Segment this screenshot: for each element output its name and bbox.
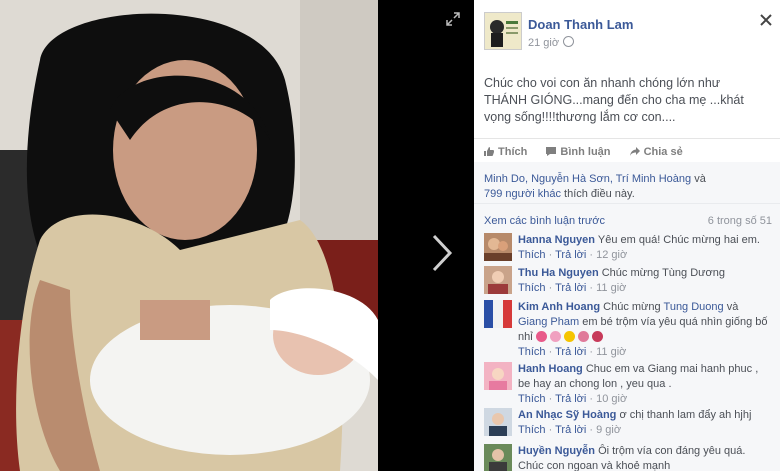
post-panel: Doan Thanh Lam 21 giờ Chúc cho voi con ă… [474,0,780,471]
comment-time[interactable]: 9 giờ [596,424,621,436]
view-previous-comments[interactable]: Xem các bình luận trước [484,215,605,227]
comment-reply-link[interactable]: Trả lời [555,393,586,405]
comment-text-b: và [723,301,739,313]
comment-meta: Thích · Trả lời · 12 giờ [518,249,628,261]
avatar[interactable] [484,444,512,471]
main-photo[interactable] [0,0,378,471]
divider [474,203,780,204]
post-text: Chúc cho voi con ăn nhanh chóng lớn như … [484,76,744,124]
comment-label: Bình luận [560,146,611,158]
comment-author[interactable]: Hanna Nguyen [518,234,595,246]
comment-like-link[interactable]: Thích [518,393,546,405]
comment-text-a: Chúc mừng [600,301,664,313]
post-time-text[interactable]: 21 giờ [528,37,559,49]
expand-icon[interactable] [446,12,460,26]
comment-body: An Nhạc Sỹ Hoàng ơ chị thanh lam đẩy ah … [518,408,768,438]
divider [474,138,780,139]
comment-meta: Thích · Trả lời · 11 giờ [518,282,627,294]
comment-author[interactable]: Huyền Nguyễn [518,445,595,457]
comment-meta: Thích · Trả lời · 10 giờ [518,393,628,405]
avatar[interactable] [484,233,512,261]
comment-text: Yêu em quá! Chúc mừng hai em. [595,234,760,246]
comment-like-link[interactable]: Thích [518,424,546,436]
comment-body: Kim Anh Hoang Chúc mừng Tung Duong và Gi… [518,300,768,360]
comment-reply-link[interactable]: Trả lời [555,282,586,294]
comment-body: Hanh Hoang Chuc em va Giang mai hanh phu… [518,362,768,407]
share-icon [629,147,640,156]
comment-meta: Thích · Trả lời · 11 giờ [518,346,627,358]
likes-and: và [691,173,706,185]
comment-author[interactable]: Kim Anh Hoang [518,301,600,313]
comment-tag[interactable]: Giang Pham [518,316,579,328]
comment-author[interactable]: Thu Ha Nguyen [518,267,599,279]
comment-button[interactable]: Bình luận [546,146,611,158]
comment-like-link[interactable]: Thích [518,282,546,294]
comment-time[interactable]: 11 giờ [596,346,626,358]
page-name[interactable]: Doan Thanh Lam [528,17,633,32]
like-button[interactable]: Thích [484,146,527,158]
emoji-icon [535,331,547,342]
avatar[interactable] [484,408,512,436]
avatar[interactable] [484,266,512,294]
comment-count: 6 trong số 51 [707,215,772,227]
comment-reply-link[interactable]: Trả lời [555,249,586,261]
likes-suffix: thích điều này. [560,188,635,200]
comment-meta: Thích · Trả lời · 9 giờ [518,424,622,436]
comment-icon [546,147,557,156]
comment-time[interactable]: 10 giờ [596,393,627,405]
share-label: Chia sẻ [643,146,683,158]
likers-names[interactable]: Minh Do, Nguyễn Hà Sơn, Trí Minh Hoàng [484,173,691,185]
comment-text: Chúc mừng Tùng Dương [598,267,725,279]
chevron-right-icon[interactable] [428,232,456,274]
comment-reply-link[interactable]: Trả lời [555,346,586,358]
share-button[interactable]: Chia sẻ [629,146,683,158]
avatar[interactable] [484,362,512,390]
comment-author[interactable]: An Nhạc Sỹ Hoàng [518,409,616,421]
likes-others-link[interactable]: 799 người khác [484,188,561,200]
comment-like-link[interactable]: Thích [518,249,546,261]
emoji-icon [591,331,603,342]
photo-viewer [0,0,474,471]
comment-like-link[interactable]: Thích [518,346,546,358]
close-icon[interactable] [760,14,772,26]
comment-text: ơ chị thanh lam đẩy ah hjhj [616,409,752,421]
comment-author[interactable]: Hanh Hoang [518,363,583,375]
comment-time[interactable]: 12 giờ [596,249,627,261]
post-actions: Thích Bình luận Chia sẻ [484,146,699,158]
comment-body: Thu Ha Nguyen Chúc mừng Tùng Dương Thích… [518,266,768,296]
comment-tag[interactable]: Tung Duong [664,301,724,313]
avatar[interactable] [484,300,512,328]
comment-reply-link[interactable]: Trả lời [555,424,586,436]
thumbs-up-icon [484,147,494,156]
comments-header: Xem các bình luận trước 6 trong số 51 [484,215,772,229]
likes-summary: Minh Do, Nguyễn Hà Sơn, Trí Minh Hoàng v… [484,172,772,202]
emoji-icon [563,331,575,342]
emoji-icon [577,331,589,342]
emoji-icon [549,331,561,342]
post-time[interactable]: 21 giờ [528,36,575,49]
comment-body: Huyền Nguyễn Ôi trộm vía con đáng yêu qu… [518,444,768,471]
page-avatar[interactable] [484,12,522,50]
comment-time[interactable]: 11 giờ [596,282,626,294]
like-label: Thích [498,146,528,158]
comment-body: Hanna Nguyen Yêu em quá! Chúc mừng hai e… [518,233,768,263]
globe-icon [563,36,575,47]
